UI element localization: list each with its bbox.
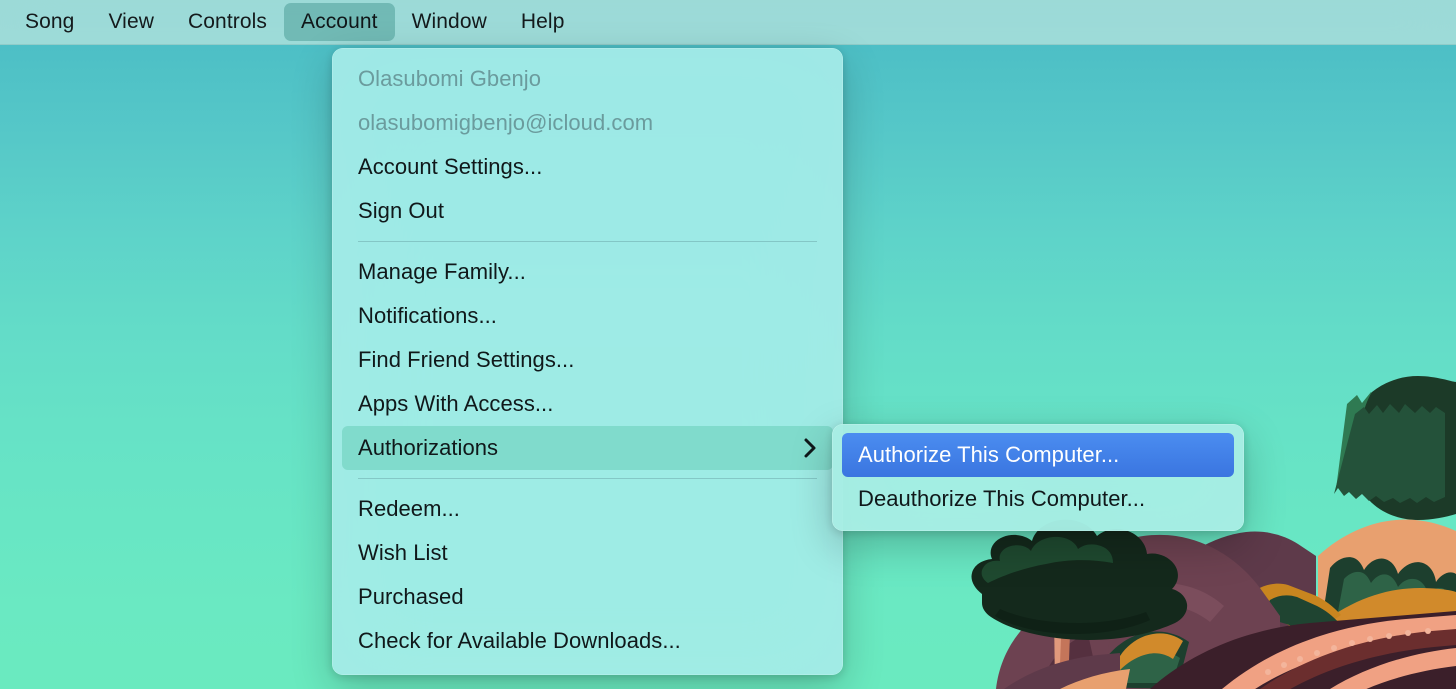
- menu-item-label: Purchased: [358, 584, 464, 609]
- menu-item-find-friend-settings[interactable]: Find Friend Settings...: [342, 338, 833, 382]
- menu-item-purchased[interactable]: Purchased: [342, 575, 833, 619]
- menu-item-check-for-available-downloads[interactable]: Check for Available Downloads...: [342, 619, 833, 663]
- menu-item-notifications[interactable]: Notifications...: [342, 294, 833, 338]
- submenu-item-deauthorize-this-computer[interactable]: Deauthorize This Computer...: [842, 477, 1234, 521]
- menu-bar: Song View Controls Account Window Help: [0, 0, 1456, 45]
- menu-item-label: Check for Available Downloads...: [358, 628, 681, 653]
- menu-item-redeem[interactable]: Redeem...: [342, 487, 833, 531]
- menu-item-label: Sign Out: [358, 198, 445, 223]
- menu-item-account-settings[interactable]: Account Settings...: [342, 145, 833, 189]
- lone-tree: [971, 519, 1188, 689]
- upper-right-tree: [1334, 376, 1456, 520]
- menu-item-wish-list[interactable]: Wish List: [342, 531, 833, 575]
- menubar-item-account[interactable]: Account: [284, 3, 395, 41]
- menu-item-account-name: Olasubomi Gbenjo: [342, 57, 833, 101]
- account-menu-dropdown: Olasubomi Gbenjo olasubomigbenjo@icloud.…: [332, 48, 843, 675]
- chevron-right-icon: [803, 437, 819, 459]
- mountain-range: [1009, 531, 1341, 689]
- menu-item-sign-out[interactable]: Sign Out: [342, 189, 833, 233]
- menu-item-label: Redeem...: [358, 496, 460, 521]
- menu-separator-1: [358, 241, 817, 242]
- authorizations-submenu: Authorize This Computer... Deauthorize T…: [832, 424, 1244, 531]
- submenu-item-label: Authorize This Computer...: [858, 442, 1120, 467]
- bottom-center-dune: [1004, 653, 1130, 689]
- menubar-item-window[interactable]: Window: [395, 3, 504, 41]
- menubar-item-view[interactable]: View: [91, 3, 171, 41]
- account-name-label: Olasubomi Gbenjo: [358, 66, 542, 91]
- foreground-hill-left: [996, 596, 1189, 689]
- right-ridge-forest: [1270, 519, 1456, 689]
- menu-item-label: Notifications...: [358, 303, 497, 328]
- menubar-item-help[interactable]: Help: [504, 3, 582, 41]
- menubar-item-controls[interactable]: Controls: [171, 3, 284, 41]
- desktop: Song View Controls Account Window Help O…: [0, 0, 1456, 689]
- bottom-right-terrain: [1150, 611, 1456, 689]
- menu-item-label: Account Settings...: [358, 154, 543, 179]
- menu-item-label: Find Friend Settings...: [358, 347, 575, 372]
- menu-item-manage-family[interactable]: Manage Family...: [342, 250, 833, 294]
- menu-item-account-email: olasubomigbenjo@icloud.com: [342, 101, 833, 145]
- account-email-label: olasubomigbenjo@icloud.com: [358, 110, 654, 135]
- menu-item-apps-with-access[interactable]: Apps With Access...: [342, 382, 833, 426]
- menu-item-label: Authorizations: [358, 435, 499, 460]
- menu-item-label: Apps With Access...: [358, 391, 554, 416]
- menu-separator-2: [358, 478, 817, 479]
- menu-item-label: Manage Family...: [358, 259, 526, 284]
- menu-item-label: Wish List: [358, 540, 448, 565]
- submenu-item-authorize-this-computer[interactable]: Authorize This Computer...: [842, 433, 1234, 477]
- submenu-item-label: Deauthorize This Computer...: [858, 486, 1146, 511]
- menu-item-authorizations[interactable]: Authorizations: [342, 426, 833, 470]
- menubar-item-song[interactable]: Song: [8, 3, 91, 41]
